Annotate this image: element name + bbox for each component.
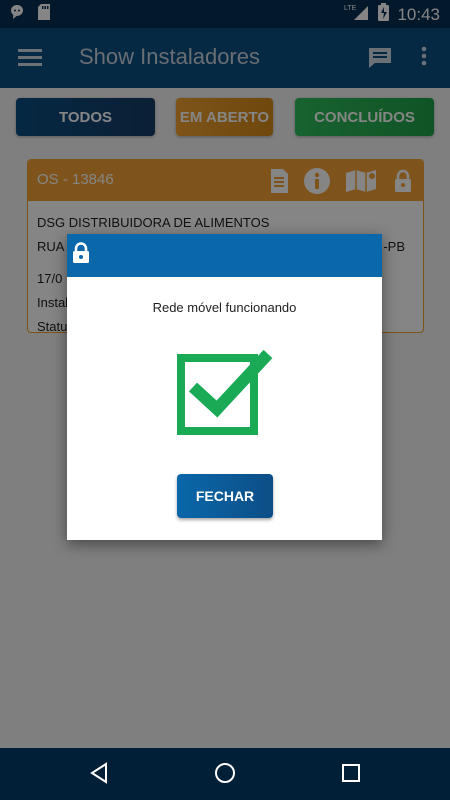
network-status-dialog: Rede móvel funcionando FECHAR — [67, 234, 382, 540]
navigation-bar — [0, 748, 450, 800]
dialog-header — [67, 234, 382, 277]
checkmark-icon — [174, 349, 274, 444]
close-button[interactable]: FECHAR — [177, 474, 273, 518]
dialog-message: Rede móvel funcionando — [152, 300, 297, 315]
lock-icon — [72, 242, 90, 269]
home-icon[interactable] — [214, 762, 236, 789]
back-icon[interactable] — [89, 762, 109, 789]
recents-icon[interactable] — [341, 762, 361, 789]
